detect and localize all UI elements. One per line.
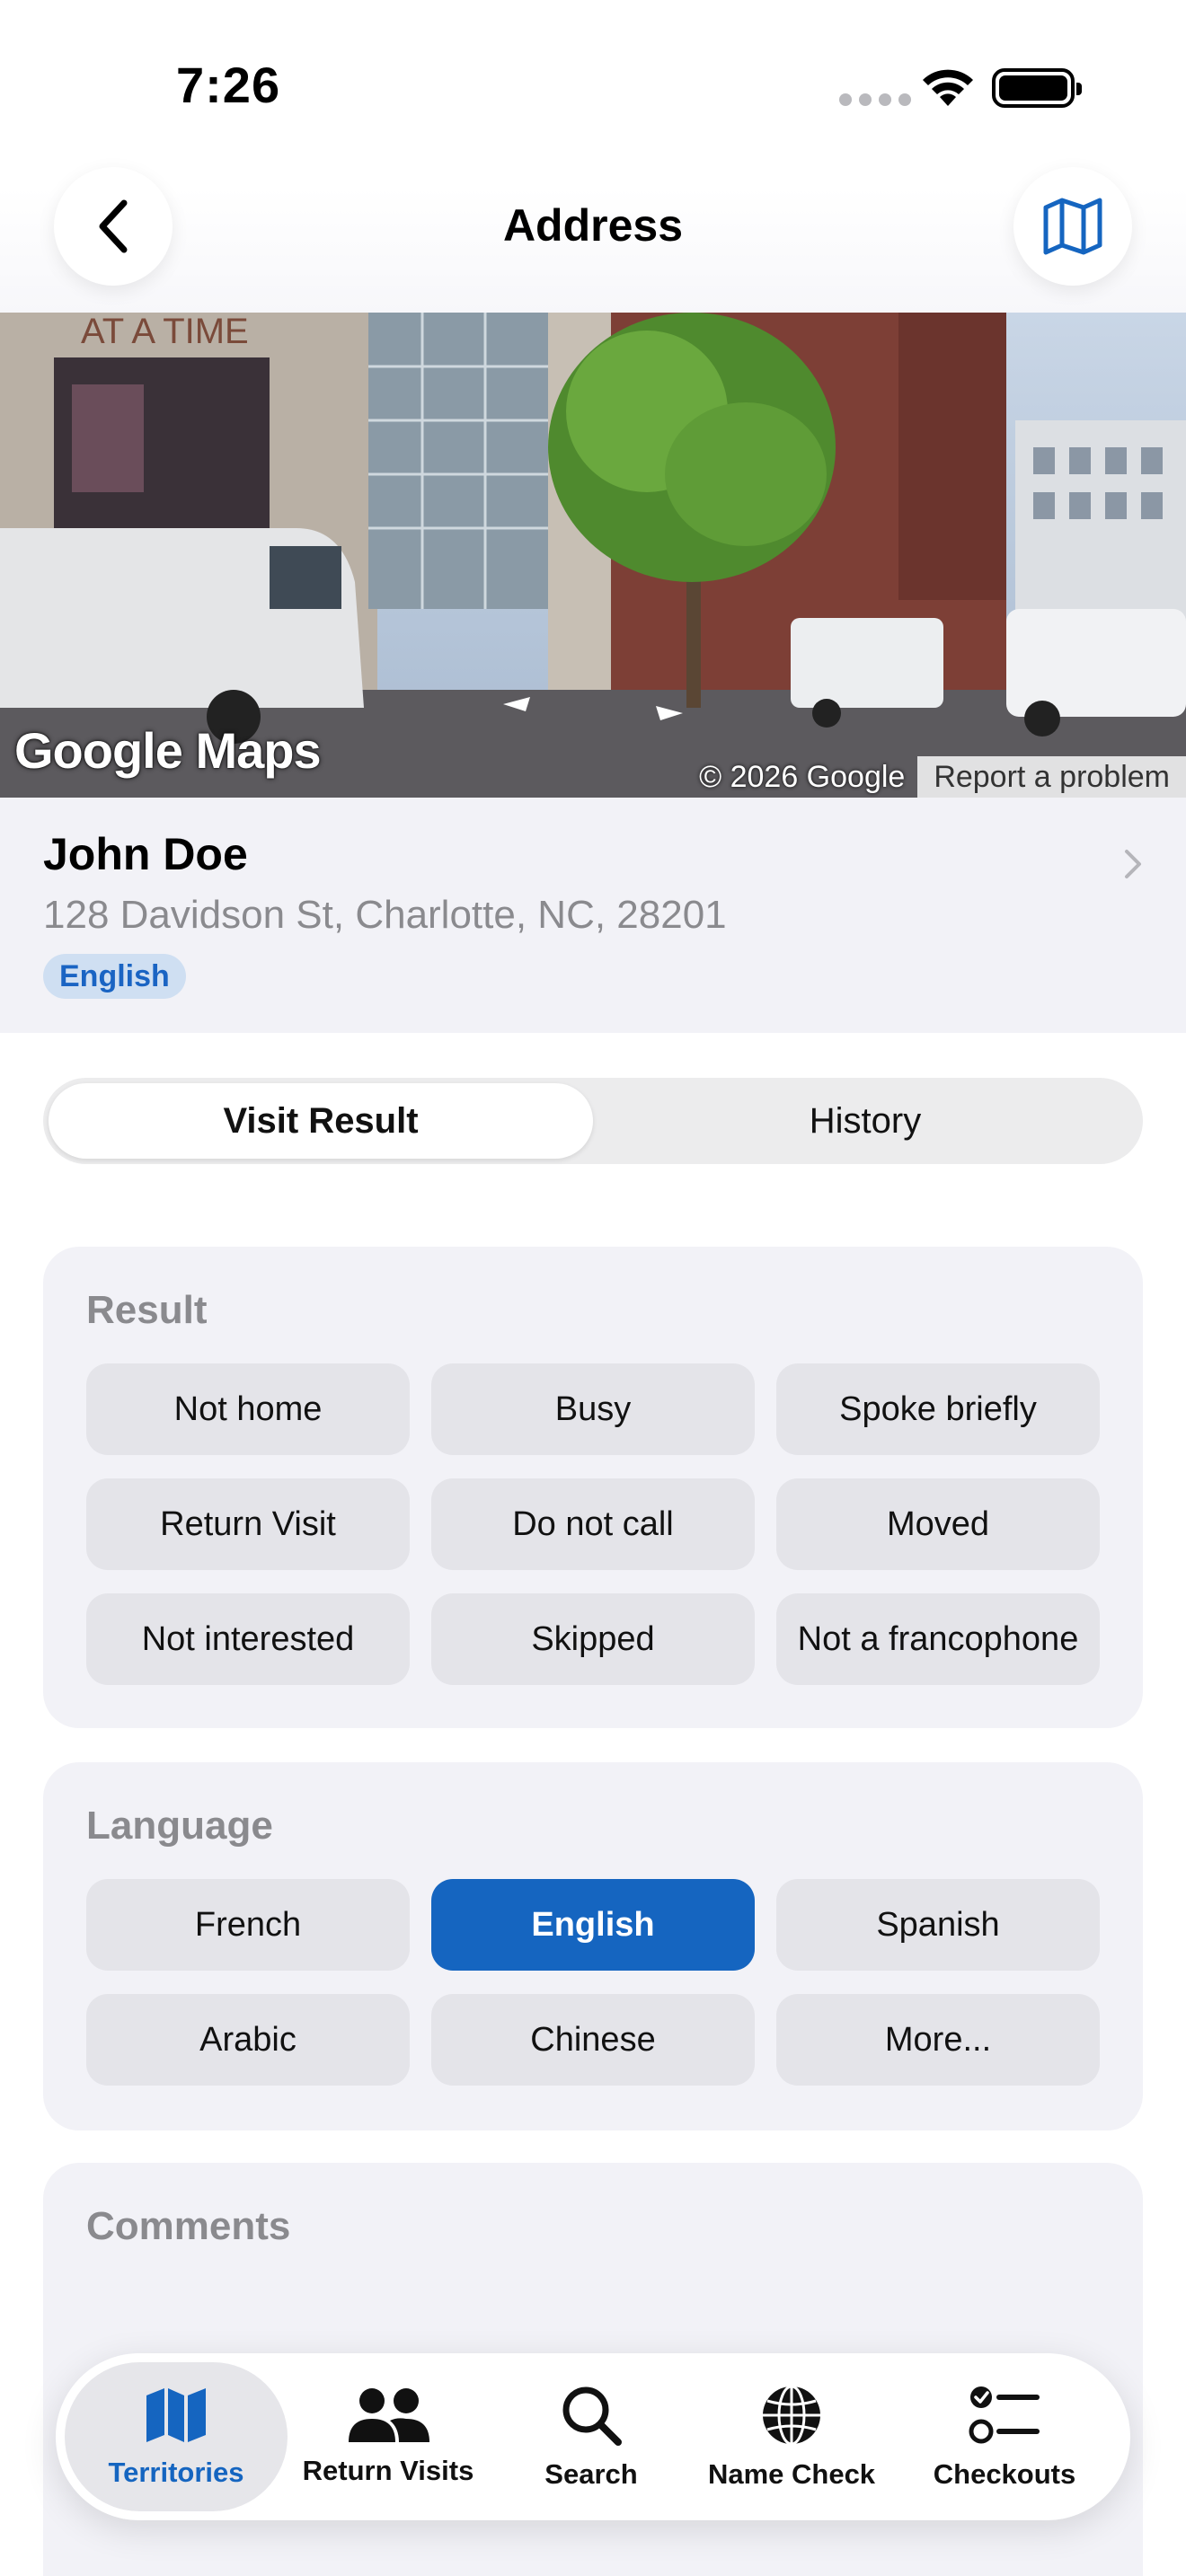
report-problem-link[interactable]: Report a problem xyxy=(917,756,1186,798)
search-icon xyxy=(562,2386,622,2446)
tab-territories[interactable]: Territories xyxy=(65,2362,288,2511)
tab-label-name-check: Name Check xyxy=(707,2458,876,2490)
top-bar: 7:26 Address xyxy=(0,0,1186,313)
language-option-more[interactable]: More... xyxy=(776,1994,1100,2086)
result-options: Not home Busy Spoke briefly Return Visit… xyxy=(86,1363,1100,1685)
language-card: Language French English Spanish Arabic C… xyxy=(43,1762,1143,2130)
language-option-spanish[interactable]: Spanish xyxy=(776,1879,1100,1971)
street-view-image[interactable]: AT A TIME Google Maps © 2026 Google Repo… xyxy=(0,313,1186,798)
language-title: Language xyxy=(86,1804,273,1848)
tab-label-return-visits: Return Visits xyxy=(302,2455,474,2486)
language-option-french[interactable]: French xyxy=(86,1879,410,1971)
map-credit: © 2026 Google Report a problem xyxy=(686,756,1186,798)
language-badge: English xyxy=(43,954,186,999)
result-option-not-interested[interactable]: Not interested xyxy=(86,1593,410,1685)
contact-name: John Doe xyxy=(43,829,248,879)
checklist-icon xyxy=(969,2386,1040,2444)
tab-label-search: Search xyxy=(544,2458,638,2490)
result-option-moved[interactable]: Moved xyxy=(776,1478,1100,1570)
cellular-signal-icon xyxy=(839,93,911,106)
language-options: French English Spanish Arabic Chinese Mo… xyxy=(86,1879,1100,2086)
result-option-skipped[interactable]: Skipped xyxy=(431,1593,755,1685)
tab-label-territories: Territories xyxy=(108,2457,244,2488)
google-maps-logo: Google Maps xyxy=(14,722,322,779)
result-option-spoke-briefly[interactable]: Spoke briefly xyxy=(776,1363,1100,1455)
main-content: Visit Result History Result Not home Bus… xyxy=(0,1033,1186,2576)
contact-address: 128 Davidson St, Charlotte, NC, 28201 xyxy=(43,893,727,937)
result-card: Result Not home Busy Spoke briefly Retur… xyxy=(43,1247,1143,1728)
globe-icon xyxy=(763,2385,820,2446)
language-option-chinese[interactable]: Chinese xyxy=(431,1994,755,2086)
result-option-not-a-francophone[interactable]: Not a francophone xyxy=(776,1593,1100,1685)
tab-search[interactable]: Search xyxy=(489,2362,694,2511)
segment-visit-result[interactable]: Visit Result xyxy=(49,1083,593,1159)
segment-history[interactable]: History xyxy=(593,1083,1137,1159)
result-option-return-visit[interactable]: Return Visit xyxy=(86,1478,410,1570)
tab-name-check[interactable]: Name Check xyxy=(694,2362,890,2511)
copyright-text: © 2026 Google xyxy=(699,759,906,794)
result-option-busy[interactable]: Busy xyxy=(431,1363,755,1455)
people-icon xyxy=(349,2388,429,2442)
result-option-do-not-call[interactable]: Do not call xyxy=(431,1478,755,1570)
result-title: Result xyxy=(86,1288,208,1332)
chevron-right-icon xyxy=(1125,850,1141,878)
tab-label-checkouts: Checkouts xyxy=(933,2458,1076,2490)
language-option-english[interactable]: English xyxy=(431,1879,755,1971)
result-option-not-home[interactable]: Not home xyxy=(86,1363,410,1455)
map-icon xyxy=(1043,198,1102,255)
tab-bar: Territories Return Visits Search Name Ch… xyxy=(56,2353,1130,2520)
battery-icon xyxy=(992,68,1082,108)
visit-segmented-control: Visit Result History xyxy=(43,1078,1143,1164)
map-button[interactable] xyxy=(1013,167,1132,286)
tab-checkouts[interactable]: Checkouts xyxy=(890,2362,1120,2511)
contact-info[interactable]: John Doe 128 Davidson St, Charlotte, NC,… xyxy=(0,798,1186,1033)
map-icon xyxy=(146,2388,206,2442)
tab-return-visits[interactable]: Return Visits xyxy=(288,2362,489,2511)
address-screen: 7:26 Address AT A TIME Google Maps © 202… xyxy=(0,0,1186,2576)
comments-title: Comments xyxy=(86,2204,291,2248)
sign-text: AT A TIME xyxy=(81,313,249,351)
page-title: Address xyxy=(502,200,684,251)
wifi-icon xyxy=(923,69,973,106)
status-time: 7:26 xyxy=(176,57,281,113)
language-option-arabic[interactable]: Arabic xyxy=(86,1994,410,2086)
